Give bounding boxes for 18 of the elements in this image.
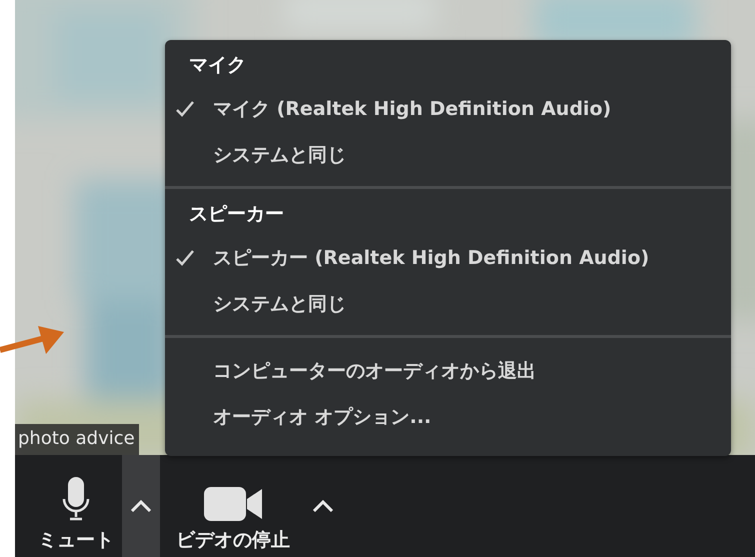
menu-item[interactable]: スピーカー (Realtek High Definition Audio)	[165, 237, 731, 283]
menu-item[interactable]: システムと同じ	[165, 134, 731, 180]
microphone-icon	[62, 477, 90, 521]
stop-video-button[interactable]: ビデオの停止	[168, 455, 298, 557]
caret-button[interactable]	[122, 455, 160, 557]
menu-section-title: スピーカー	[188, 202, 285, 227]
menu-item[interactable]: コンピューターのオーディオから退出	[165, 350, 731, 396]
caret-icon	[312, 500, 334, 512]
checkmark-icon	[175, 249, 195, 267]
video-camera-icon	[204, 487, 262, 521]
menu-item[interactable]: オーディオ オプション...	[165, 396, 731, 442]
menu-item[interactable]: マイク (Realtek High Definition Audio)	[165, 88, 731, 134]
menu-item[interactable]: システムと同じ	[165, 283, 731, 329]
mute-button[interactable]: ミュート	[30, 455, 122, 557]
menu-section-title: マイク	[188, 53, 247, 78]
caret-icon	[130, 500, 152, 512]
checkmark-icon	[175, 100, 195, 118]
participant-name: photo advice	[15, 424, 139, 455]
